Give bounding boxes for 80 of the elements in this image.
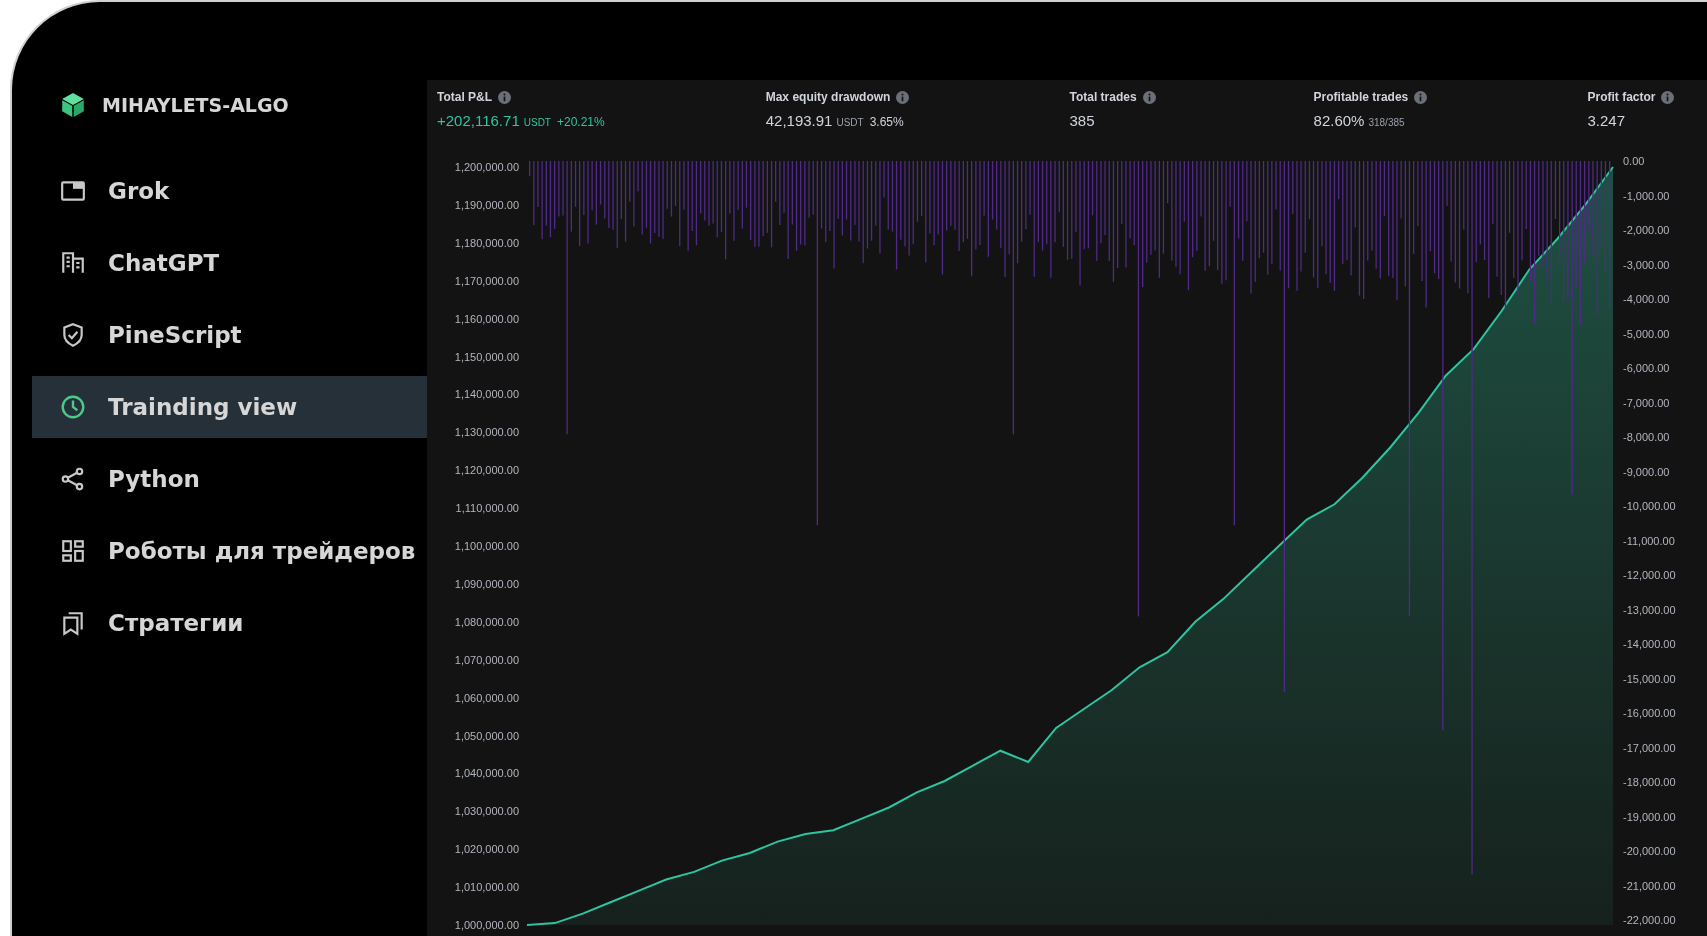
stat-value: 42,193.91 <box>765 111 833 131</box>
axis-label: -6,000.00 <box>1623 362 1670 374</box>
axis-label: 0.00 <box>1623 155 1645 167</box>
stat-label: Profit factor <box>1587 89 1656 106</box>
stat-label: Profitable trades <box>1313 89 1409 106</box>
axis-label: -11,000.00 <box>1623 534 1675 547</box>
grid-icon <box>60 538 86 564</box>
stat-label: Total P&L <box>437 89 493 106</box>
info-icon[interactable] <box>1414 90 1428 104</box>
stat-extra: 3.65% <box>869 114 904 131</box>
axis-label: 1,090,000.00 <box>454 577 519 590</box>
sidebar-item[interactable]: Grok <box>32 160 427 222</box>
axis-label: -22,000.00 <box>1623 914 1676 926</box>
axis-label: 1,050,000.00 <box>454 729 519 742</box>
axis-label: 1,020,000.00 <box>454 843 519 856</box>
sidebar-item[interactable]: Стратегии <box>32 592 427 654</box>
stat-value: +202,116.71 <box>437 111 520 131</box>
stat-label: Max equity drawdown <box>765 89 891 106</box>
stat-value: 82.60% <box>1313 111 1365 131</box>
axis-label: 1,030,000.00 <box>454 805 519 818</box>
axis-label: -8,000.00 <box>1623 431 1670 443</box>
stat-value: 3.247 <box>1587 111 1625 131</box>
axis-label: 1,140,000.00 <box>454 388 519 401</box>
clock-icon <box>60 394 86 420</box>
axis-label: -1,000.00 <box>1623 189 1670 202</box>
axis-label: 1,120,000.00 <box>454 464 519 477</box>
axis-label: -14,000.00 <box>1623 638 1676 650</box>
axis-label: -17,000.00 <box>1623 741 1676 754</box>
axis-label: 1,180,000.00 <box>454 236 519 249</box>
info-icon[interactable] <box>1142 90 1156 104</box>
axis-label: 1,170,000.00 <box>454 274 519 287</box>
axis-label: 1,110,000.00 <box>455 502 519 515</box>
axis-label: 1,160,000.00 <box>454 312 519 325</box>
axis-label: 1,150,000.00 <box>454 350 519 363</box>
shield-check-icon <box>60 322 86 348</box>
axis-label: 1,040,000.00 <box>454 767 519 780</box>
axis-label: -13,000.00 <box>1623 603 1676 616</box>
axis-label: -19,000.00 <box>1623 810 1676 823</box>
axis-label: -4,000.00 <box>1623 293 1670 305</box>
axis-label: 1,130,000.00 <box>454 426 519 439</box>
axis-label: 1,070,000.00 <box>454 653 519 666</box>
sidebar-item[interactable]: Роботы для трейдеров <box>32 520 427 582</box>
share-icon <box>60 466 86 492</box>
cube-logo-icon <box>60 92 86 118</box>
building-icon <box>60 250 86 276</box>
axis-label: -3,000.00 <box>1623 258 1670 271</box>
stat-unit: 318/385 <box>1368 116 1405 130</box>
axis-label: 1,000,000.00 <box>454 919 519 931</box>
stat-label: Total trades <box>1069 89 1137 106</box>
axis-label: -9,000.00 <box>1623 465 1670 478</box>
axis-label: -16,000.00 <box>1623 707 1676 719</box>
stat-extra: +20.21% <box>556 114 605 131</box>
axis-label: -20,000.00 <box>1623 845 1676 857</box>
axis-label: -21,000.00 <box>1623 879 1676 892</box>
sidebar-item[interactable]: Trainding view <box>32 376 427 438</box>
axis-label: 1,190,000.00 <box>454 198 519 211</box>
axis-label: -18,000.00 <box>1623 776 1676 788</box>
sidebar-item[interactable]: PineScript <box>32 304 427 366</box>
axis-label: -2,000.00 <box>1623 224 1670 236</box>
stat-unit: USDT <box>836 116 864 130</box>
sidebar-item[interactable]: ChatGPT <box>32 232 427 294</box>
window-icon <box>60 178 86 204</box>
axis-label: -12,000.00 <box>1623 569 1676 581</box>
bookmarks-icon <box>60 610 86 636</box>
stat-value: 385 <box>1069 111 1095 131</box>
axis-label: -10,000.00 <box>1623 500 1676 512</box>
axis-label: 1,100,000.00 <box>454 540 519 552</box>
axis-label: 1,200,000.00 <box>454 161 519 173</box>
info-icon[interactable] <box>498 90 512 104</box>
info-icon[interactable] <box>1661 90 1675 104</box>
axis-label: -15,000.00 <box>1623 672 1676 685</box>
axis-label: -5,000.00 <box>1623 327 1670 340</box>
sidebar-item[interactable]: Python <box>32 448 427 510</box>
brand-name: MIHAYLETS-ALGO <box>102 92 289 118</box>
axis-label: -7,000.00 <box>1623 396 1670 409</box>
axis-label: 1,080,000.00 <box>454 615 519 628</box>
axis-label: 1,010,000.00 <box>454 881 519 894</box>
stat-unit: USDT <box>523 116 551 130</box>
axis-label: 1,060,000.00 <box>454 691 519 704</box>
info-icon[interactable] <box>896 90 910 104</box>
